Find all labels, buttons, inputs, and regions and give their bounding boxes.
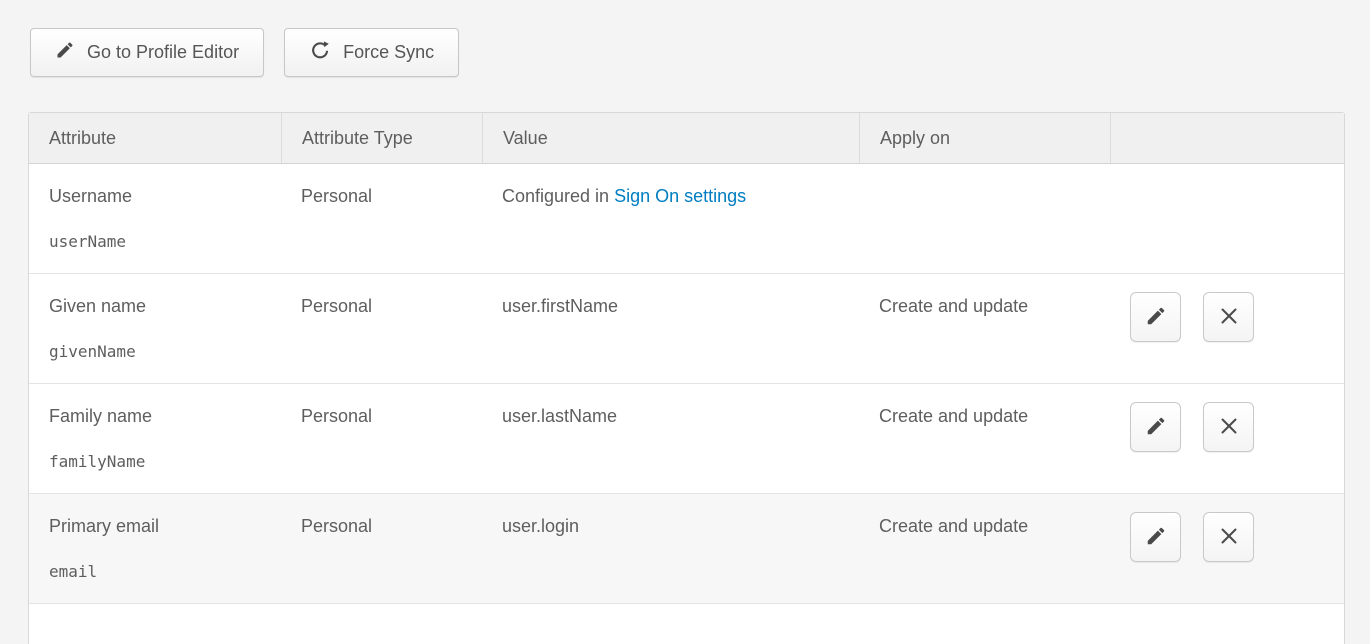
attribute-variable: email [49,562,265,581]
value-text: Configured in [502,186,614,206]
force-sync-label: Force Sync [343,42,434,63]
go-to-profile-editor-label: Go to Profile Editor [87,42,239,63]
attribute-variable: familyName [49,452,265,471]
delete-attribute-button[interactable] [1203,512,1254,562]
attribute-cell: Username userName [29,164,281,273]
edit-attribute-button[interactable] [1130,292,1181,342]
table-row: Given name givenName Personal user.first… [29,274,1344,384]
go-to-profile-editor-button[interactable]: Go to Profile Editor [30,28,264,77]
attribute-label: Primary email [49,516,265,537]
actions-cell [1110,494,1344,603]
table-row: Primary email email Personal user.login … [29,494,1344,604]
pencil-icon [1145,415,1167,440]
attribute-mappings-table: Attribute Attribute Type Value Apply on … [28,112,1345,644]
pencil-icon [1145,305,1167,330]
close-icon [1219,306,1239,329]
attribute-type-cell: Personal [281,274,482,383]
value-cell: user.firstName [482,274,859,383]
value-cell: user.lastName [482,384,859,493]
close-icon [1219,416,1239,439]
sign-on-settings-link[interactable]: Sign On settings [614,186,746,206]
apply-on-cell: Create and update [859,494,1110,603]
attribute-cell: Family name familyName [29,384,281,493]
column-header-attribute-type: Attribute Type [281,113,482,163]
attribute-cell: Primary email email [29,494,281,603]
delete-attribute-button[interactable] [1203,402,1254,452]
apply-on-cell [859,164,1110,273]
table-row [29,604,1344,644]
table-row: Family name familyName Personal user.las… [29,384,1344,494]
attribute-variable: givenName [49,342,265,361]
column-header-actions [1110,113,1344,163]
table-header-row: Attribute Attribute Type Value Apply on [29,113,1344,164]
actions-cell [1110,384,1344,493]
pencil-icon [55,40,75,65]
attribute-label: Username [49,186,265,207]
actions-cell [1110,274,1344,383]
apply-on-cell: Create and update [859,274,1110,383]
edit-attribute-button[interactable] [1130,402,1181,452]
attribute-variable: userName [49,232,265,251]
toolbar: Go to Profile Editor Force Sync [30,28,459,77]
value-cell: Configured in Sign On settings [482,164,859,273]
actions-cell [1110,164,1344,273]
attribute-type-cell: Personal [281,164,482,273]
attribute-type-cell: Personal [281,384,482,493]
close-icon [1219,526,1239,549]
delete-attribute-button[interactable] [1203,292,1254,342]
column-header-value: Value [482,113,859,163]
attribute-label: Family name [49,406,265,427]
column-header-apply-on: Apply on [859,113,1110,163]
table-row: Username userName Personal Configured in… [29,164,1344,274]
attribute-label: Given name [49,296,265,317]
attribute-cell: Given name givenName [29,274,281,383]
column-header-attribute: Attribute [29,113,281,163]
refresh-icon [309,39,331,66]
value-cell: user.login [482,494,859,603]
pencil-icon [1145,525,1167,550]
edit-attribute-button[interactable] [1130,512,1181,562]
apply-on-cell: Create and update [859,384,1110,493]
attribute-type-cell: Personal [281,494,482,603]
force-sync-button[interactable]: Force Sync [284,28,459,77]
